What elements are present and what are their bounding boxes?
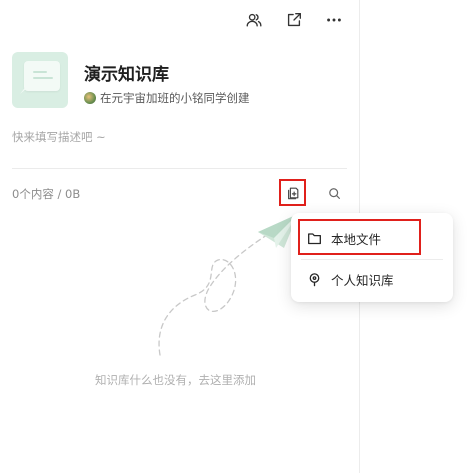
menu-item-personal-kb[interactable]: 个人知识库 — [291, 262, 453, 296]
share-button[interactable] — [280, 8, 308, 32]
menu-item-label: 本地文件 — [331, 231, 382, 247]
add-file-icon — [287, 187, 298, 199]
kb-creator-text: 在元宇宙加班的小铭同学创建 — [100, 91, 250, 105]
menu-item-local-file[interactable]: 本地文件 — [291, 221, 453, 255]
add-content-button[interactable] — [279, 179, 306, 206]
search-button[interactable] — [326, 185, 342, 201]
kb-creator: 在元宇宙加班的小铭同学创建 — [84, 90, 250, 106]
search-icon — [328, 187, 340, 199]
more-icon — [327, 18, 341, 22]
empty-state-paper-plane-illustration — [158, 214, 298, 356]
menu-item-label: 个人知识库 — [331, 272, 394, 288]
content-count: 0个内容 / 0B — [12, 187, 81, 201]
bulb-icon — [309, 272, 320, 286]
top-toolbar — [240, 8, 360, 32]
cover-document-icon — [24, 61, 60, 91]
more-button[interactable] — [320, 8, 348, 32]
add-content-menu: 本地文件 个人知识库 — [291, 213, 453, 302]
kb-description-field[interactable]: 快来填写描述吧 ~ — [12, 129, 106, 145]
members-button[interactable] — [240, 8, 268, 32]
kb-cover-image[interactable] — [12, 52, 68, 108]
kb-title: 演示知识库 — [84, 65, 169, 85]
menu-divider — [301, 259, 443, 260]
members-icon — [246, 13, 262, 27]
avatar — [84, 92, 96, 104]
empty-state-text: 知识库什么也没有，去这里添加 — [95, 373, 256, 387]
share-icon — [287, 13, 301, 27]
folder-icon — [308, 232, 321, 244]
divider — [12, 168, 347, 169]
